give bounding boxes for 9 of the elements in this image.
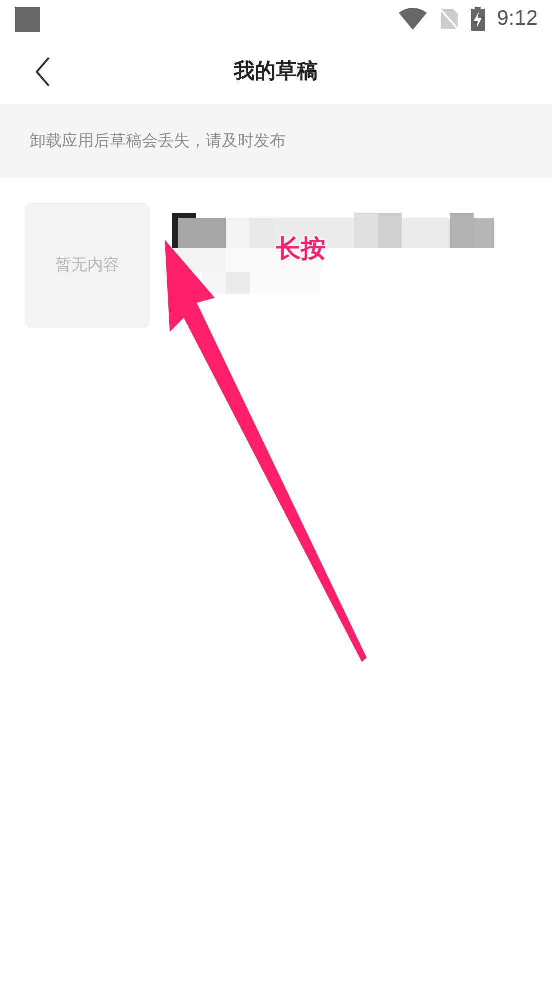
no-sim-icon: [439, 8, 460, 30]
status-time: 9:12: [497, 7, 538, 31]
notice-text: 卸载应用后草稿会丢失，请及时发布: [0, 104, 552, 178]
notification-icon: [15, 6, 40, 32]
annotation-text: 长按: [276, 233, 326, 265]
page-title: 我的草稿: [234, 58, 318, 85]
wifi-icon: [399, 8, 428, 30]
draft-thumbnail[interactable]: 暂无内容: [25, 203, 150, 328]
battery-charging-icon: [471, 7, 486, 31]
